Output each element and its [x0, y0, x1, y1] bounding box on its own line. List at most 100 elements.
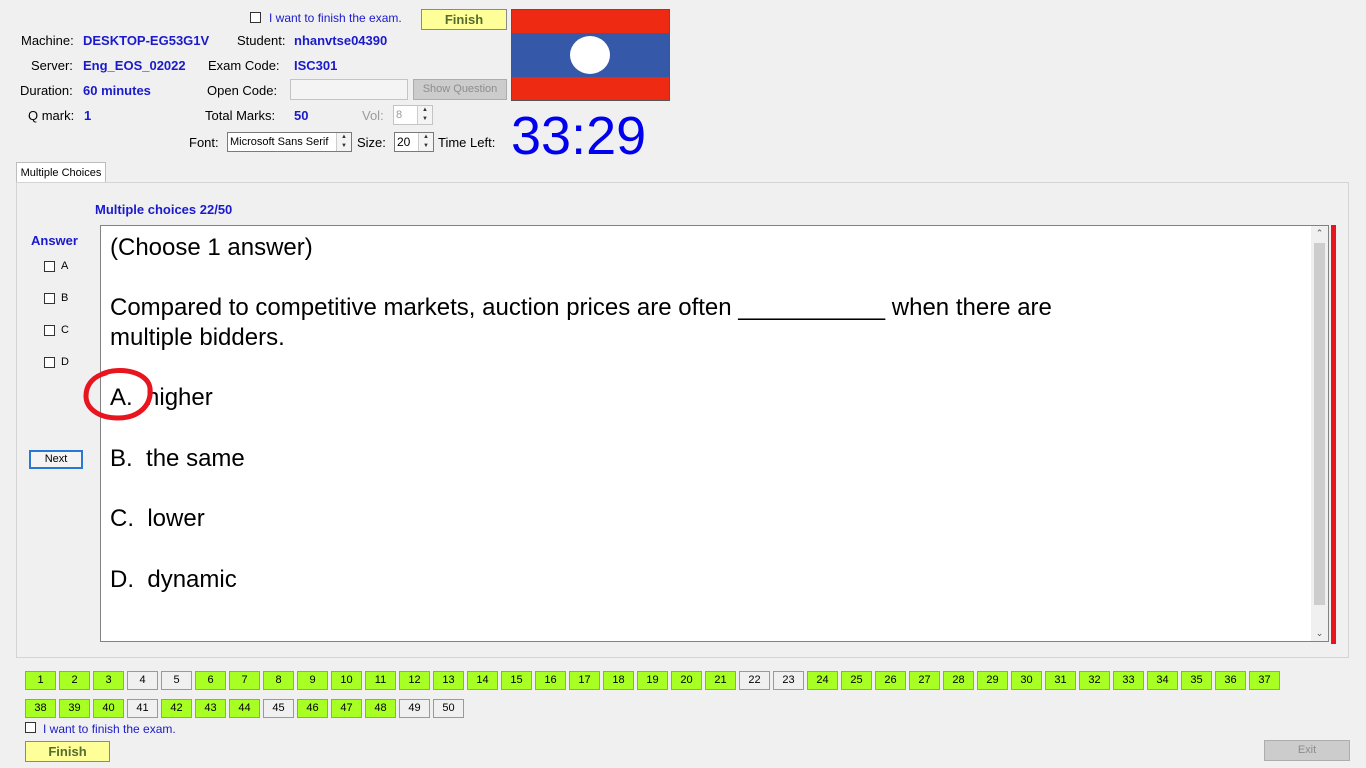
answer-title: Answer	[31, 233, 78, 248]
question-nav-button-25[interactable]: 25	[841, 671, 872, 690]
duration-label: Duration:	[20, 83, 73, 98]
size-stepper[interactable]: 20 ▲ ▼	[394, 132, 434, 152]
question-instruction: (Choose 1 answer)	[110, 234, 313, 261]
question-nav-button-6[interactable]: 6	[195, 671, 226, 690]
total-marks-label: Total Marks:	[205, 108, 276, 123]
question-nav-button-48[interactable]: 48	[365, 699, 396, 718]
finish-exam-checkbox-bottom[interactable]	[25, 722, 36, 733]
size-value: 20	[397, 135, 411, 149]
question-nav-button-1[interactable]: 1	[25, 671, 56, 690]
question-nav-button-19[interactable]: 19	[637, 671, 668, 690]
question-nav-button-38[interactable]: 38	[25, 699, 56, 718]
question-nav-button-41[interactable]: 41	[127, 699, 158, 718]
question-nav-button-15[interactable]: 15	[501, 671, 532, 690]
question-nav-button-14[interactable]: 14	[467, 671, 498, 690]
question-nav-button-2[interactable]: 2	[59, 671, 90, 690]
show-question-button[interactable]: Show Question	[413, 79, 507, 100]
vol-value: 8	[396, 109, 403, 121]
question-nav-button-24[interactable]: 24	[807, 671, 838, 690]
question-nav-button-3[interactable]: 3	[93, 671, 124, 690]
answer-choice-b[interactable]: B	[44, 292, 68, 304]
question-nav-button-20[interactable]: 20	[671, 671, 702, 690]
question-nav-button-37[interactable]: 37	[1249, 671, 1280, 690]
question-nav-button-30[interactable]: 30	[1011, 671, 1042, 690]
student-value: nhanvtse04390	[294, 33, 388, 48]
question-nav-button-33[interactable]: 33	[1113, 671, 1144, 690]
finish-exam-label-bottom: I want to finish the exam.	[43, 722, 176, 736]
question-nav-button-50[interactable]: 50	[433, 699, 464, 718]
question-nav-button-17[interactable]: 17	[569, 671, 600, 690]
answer-checkbox-c[interactable]	[44, 324, 55, 336]
question-nav-button-42[interactable]: 42	[161, 699, 192, 718]
finish-button-top[interactable]: Finish	[421, 9, 507, 30]
question-scrollbar[interactable]: ⌃ ⌄	[1311, 226, 1328, 641]
machine-value: DESKTOP-EG53G1V	[83, 33, 210, 48]
question-heading: Multiple choices 22/50	[95, 202, 233, 217]
question-nav-button-4[interactable]: 4	[127, 671, 158, 690]
question-nav-button-10[interactable]: 10	[331, 671, 362, 690]
total-marks-value: 50	[294, 108, 309, 123]
scroll-down-icon[interactable]: ⌄	[1311, 628, 1328, 639]
scroll-thumb[interactable]	[1314, 243, 1325, 605]
size-label: Size:	[357, 135, 386, 150]
question-nav-button-23[interactable]: 23	[773, 671, 804, 690]
tab-multiple-choices[interactable]: Multiple Choices	[16, 162, 106, 182]
question-nav-button-47[interactable]: 47	[331, 699, 362, 718]
server-label: Server:	[31, 58, 73, 73]
finish-button-bottom[interactable]: Finish	[25, 741, 110, 762]
question-nav-button-40[interactable]: 40	[93, 699, 124, 718]
question-nav-button-18[interactable]: 18	[603, 671, 634, 690]
exit-button[interactable]: Exit	[1264, 740, 1350, 761]
question-nav-button-16[interactable]: 16	[535, 671, 566, 690]
answer-choice-a[interactable]: A	[44, 260, 68, 272]
question-nav-button-44[interactable]: 44	[229, 699, 260, 718]
question-nav-button-5[interactable]: 5	[161, 671, 192, 690]
answer-choice-c[interactable]: C	[44, 324, 69, 336]
option-a-text: higher	[146, 384, 213, 411]
question-nav-button-22[interactable]: 22	[739, 671, 770, 690]
scroll-up-icon[interactable]: ⌃	[1311, 228, 1328, 239]
question-nav-button-8[interactable]: 8	[263, 671, 294, 690]
open-code-label: Open Code:	[207, 83, 278, 98]
question-nav-button-11[interactable]: 11	[365, 671, 396, 690]
answer-choice-d[interactable]: D	[44, 356, 69, 368]
question-nav-button-45[interactable]: 45	[263, 699, 294, 718]
question-nav-button-49[interactable]: 49	[399, 699, 430, 718]
answer-checkbox-d[interactable]	[44, 356, 55, 368]
option-d-letter: D.	[110, 566, 134, 593]
question-nav-button-21[interactable]: 21	[705, 671, 736, 690]
question-nav-button-9[interactable]: 9	[297, 671, 328, 690]
answer-checkbox-b[interactable]	[44, 292, 55, 304]
question-nav-button-7[interactable]: 7	[229, 671, 260, 690]
finish-exam-checkbox-top[interactable]	[250, 12, 261, 23]
question-nav-button-43[interactable]: 43	[195, 699, 226, 718]
exam-code-value: ISC301	[294, 58, 338, 73]
open-code-input[interactable]	[290, 79, 408, 100]
question-nav-button-31[interactable]: 31	[1045, 671, 1076, 690]
question-nav-button-13[interactable]: 13	[433, 671, 464, 690]
option-b-text: the same	[146, 445, 245, 472]
time-left-label: Time Left:	[438, 135, 496, 150]
question-nav-button-32[interactable]: 32	[1079, 671, 1110, 690]
exam-code-label: Exam Code:	[208, 58, 280, 73]
vol-stepper[interactable]: 8 ▲ ▼	[393, 105, 433, 125]
question-nav-button-46[interactable]: 46	[297, 699, 328, 718]
question-stem-line1: Compared to competitive markets, auction…	[110, 294, 1052, 321]
question-nav-button-27[interactable]: 27	[909, 671, 940, 690]
option-b-letter: B.	[110, 445, 133, 472]
size-spin-icon[interactable]: ▲ ▼	[418, 133, 433, 151]
question-nav-button-29[interactable]: 29	[977, 671, 1008, 690]
font-select[interactable]: Microsoft Sans Serif ▲ ▼	[227, 132, 352, 152]
answer-checkbox-a[interactable]	[44, 260, 55, 272]
question-nav-button-12[interactable]: 12	[399, 671, 430, 690]
question-nav-button-28[interactable]: 28	[943, 671, 974, 690]
vol-spin-icon[interactable]: ▲ ▼	[417, 106, 432, 124]
duration-value: 60 minutes	[83, 83, 151, 98]
next-button[interactable]: Next	[29, 450, 83, 469]
font-spin-icon[interactable]: ▲ ▼	[336, 133, 351, 151]
question-nav-button-39[interactable]: 39	[59, 699, 90, 718]
question-nav-button-36[interactable]: 36	[1215, 671, 1246, 690]
question-nav-button-35[interactable]: 35	[1181, 671, 1212, 690]
question-nav-button-34[interactable]: 34	[1147, 671, 1178, 690]
question-nav-button-26[interactable]: 26	[875, 671, 906, 690]
